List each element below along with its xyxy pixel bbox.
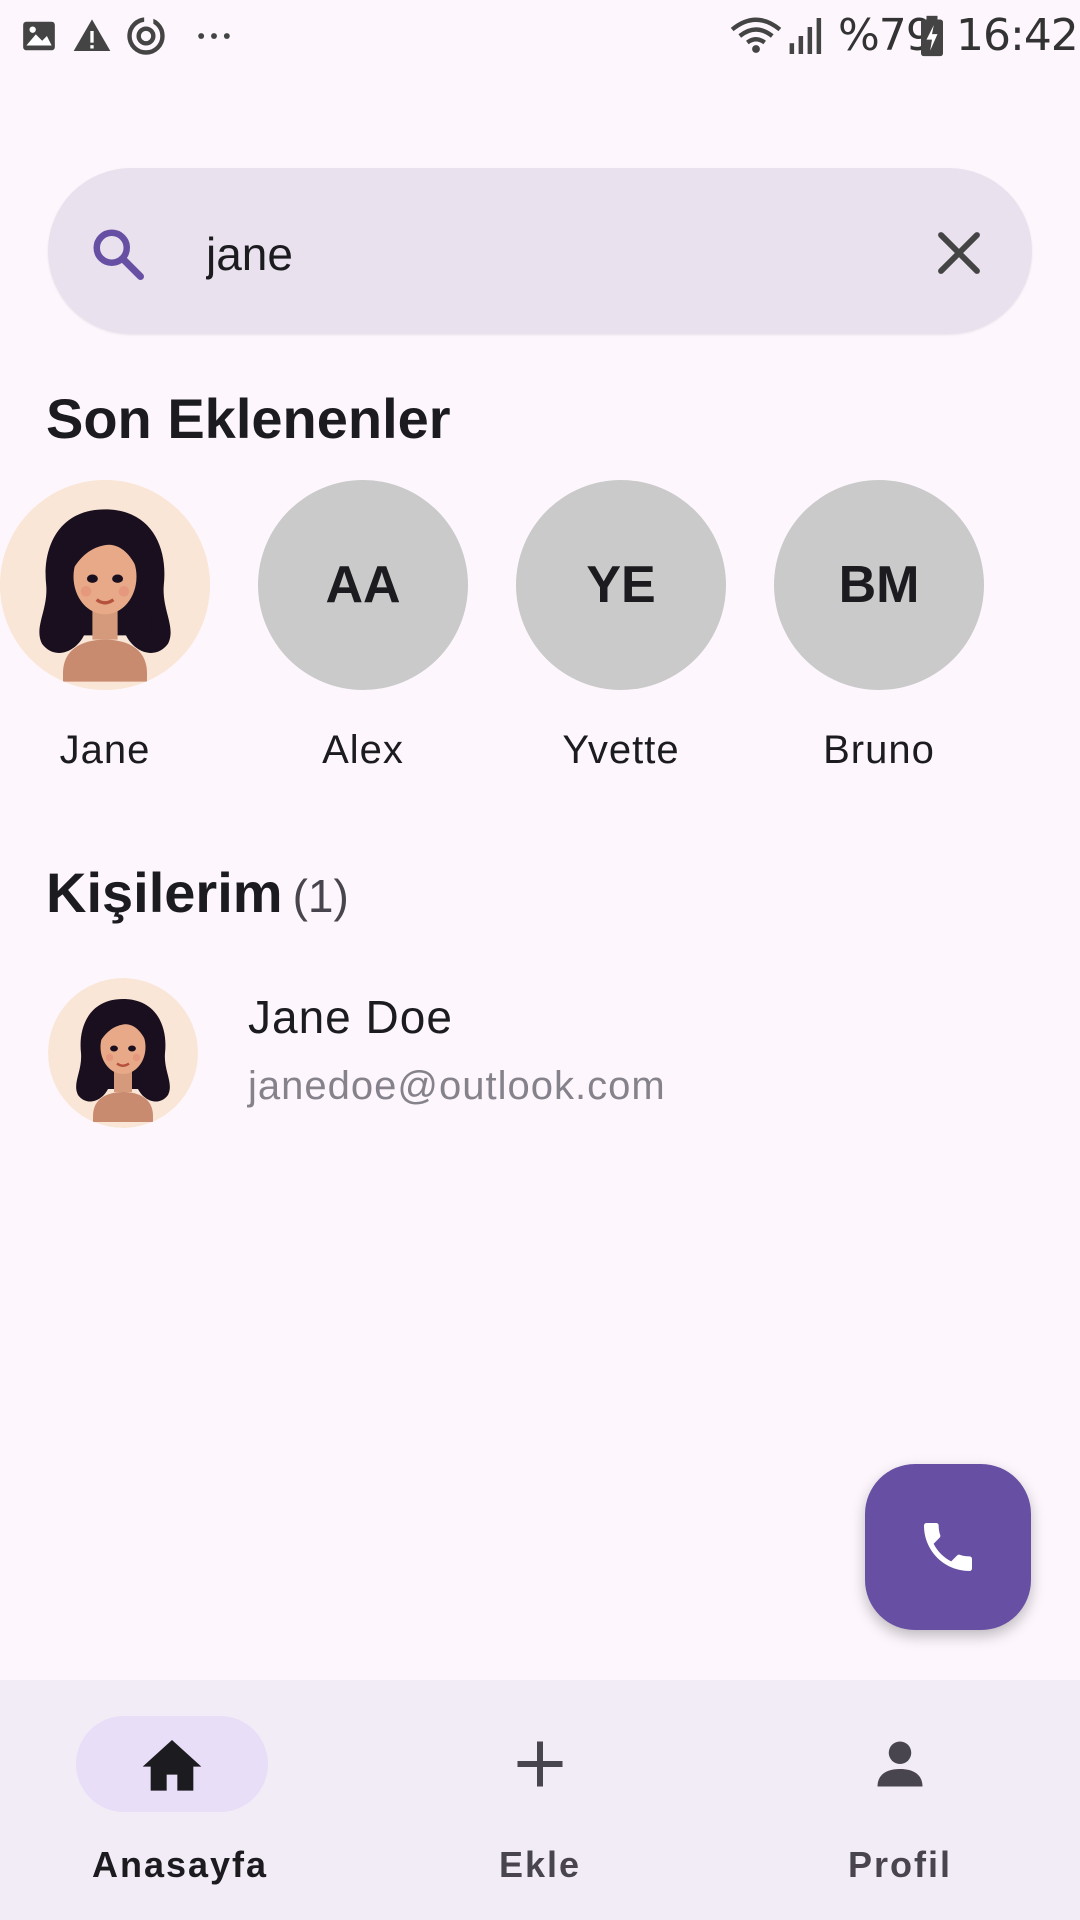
nav-item-add[interactable]: Ekle [360, 1680, 720, 1920]
sync-icon [127, 15, 165, 55]
contact-email: janedoe@outlook.com [248, 1064, 666, 1108]
contact-list-item[interactable]: Jane Doe janedoe@outlook.com [0, 970, 1080, 1140]
phone-icon [924, 1523, 972, 1571]
search-input[interactable] [204, 218, 908, 290]
recent-contact-name: Bruno [823, 728, 935, 772]
home-icon [142, 1740, 202, 1791]
avatar: YE [516, 480, 726, 690]
avatar-photo [0, 480, 210, 690]
recent-contact[interactable]: BM Bruno [774, 480, 984, 780]
contact-name: Jane Doe [248, 991, 453, 1043]
contacts-section-title: Kişilerim (1) [46, 860, 349, 925]
avatar [48, 978, 198, 1128]
recent-contact[interactable]: Jane [0, 480, 210, 780]
search-icon [93, 229, 144, 280]
image-icon [23, 21, 55, 51]
clock: 16:42 [956, 10, 1079, 61]
nav-label: Profil [847, 1844, 952, 1885]
contacts-count: (1) [292, 870, 349, 922]
recent-contact[interactable]: YE Yvette [516, 480, 726, 780]
person-icon [877, 1741, 923, 1787]
close-icon[interactable] [932, 226, 986, 280]
status-bar: %79 16:42 [0, 0, 1080, 76]
nav-item-profile[interactable]: Profil [720, 1680, 1080, 1920]
nav-label: Ekle [498, 1844, 582, 1885]
recent-contact-name: Yvette [562, 728, 680, 772]
signal-icon [789, 18, 822, 54]
avatar: BM [774, 480, 984, 690]
recent-contact-name: Jane [59, 728, 151, 772]
contacts-title: Kişilerim [46, 861, 283, 924]
more-dots-icon [198, 33, 230, 39]
recent-contact-name: Alex [322, 728, 404, 772]
call-fab-button[interactable] [865, 1464, 1031, 1630]
nav-label: Anasayfa [91, 1844, 269, 1885]
avatar [0, 480, 210, 690]
recent-section-title: Son Eklenenler [46, 387, 451, 450]
battery-icon [921, 15, 943, 57]
avatar-photo [48, 978, 198, 1128]
plus-icon [517, 1741, 563, 1787]
recent-contact[interactable]: AA Alex [258, 480, 468, 780]
wifi-icon [730, 17, 782, 53]
nav-item-home[interactable]: Anasayfa [0, 1680, 360, 1920]
warning-icon [73, 19, 111, 51]
avatar: AA [258, 480, 468, 690]
bottom-navigation: Anasayfa Ekle Profil [0, 1680, 1080, 1920]
